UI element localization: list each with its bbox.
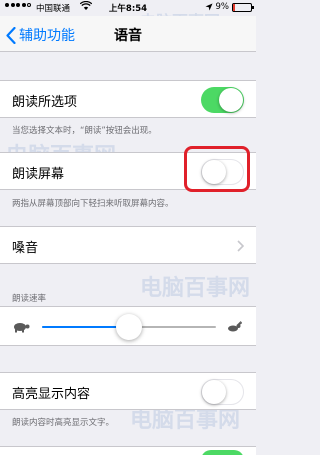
navigation-bar: 辅助功能 语音 (0, 16, 256, 52)
speak-selection-row: 朗读所选项 (0, 80, 256, 118)
slider-thumb[interactable] (116, 314, 142, 340)
toggle-knob (202, 380, 226, 404)
turtle-icon (14, 323, 30, 333)
status-bar: 中国联通 上午8:54 9% (0, 0, 256, 16)
location-icon (205, 3, 212, 11)
voices-label: 嗓音 (12, 241, 39, 256)
speak-selection-footer: 当您选择文本时，“朗读”按钮会出现。 (12, 126, 157, 136)
next-row-toggle[interactable] (201, 450, 244, 455)
speak-screen-label: 朗读屏幕 (12, 167, 65, 182)
annotation-highlight-box (184, 146, 250, 192)
highlight-content-row: 高亮显示内容 (0, 372, 256, 410)
highlight-content-label: 高亮显示内容 (12, 387, 91, 402)
next-row (0, 446, 256, 455)
speaking-rate-row (0, 306, 256, 346)
speak-screen-footer: 两指从屏幕顶部向下轻扫来听取屏幕内容。 (12, 199, 174, 209)
battery-icon (232, 2, 254, 12)
speak-selection-label: 朗读所选项 (12, 95, 78, 110)
page-title: 语音 (114, 28, 142, 44)
toggle-knob (219, 88, 243, 112)
rabbit-icon (228, 321, 242, 332)
highlight-content-toggle[interactable] (201, 379, 244, 405)
watermark: 电脑百事网 (140, 276, 251, 301)
speaking-rate-header: 朗读速率 (12, 294, 47, 304)
voices-row[interactable]: 嗓音 (0, 226, 256, 264)
speak-selection-toggle[interactable] (201, 87, 244, 113)
battery-percent: 9% (215, 2, 230, 12)
chevron-right-icon (237, 240, 244, 252)
highlight-content-footer: 朗读内容时高亮显示文字。 (12, 418, 115, 428)
